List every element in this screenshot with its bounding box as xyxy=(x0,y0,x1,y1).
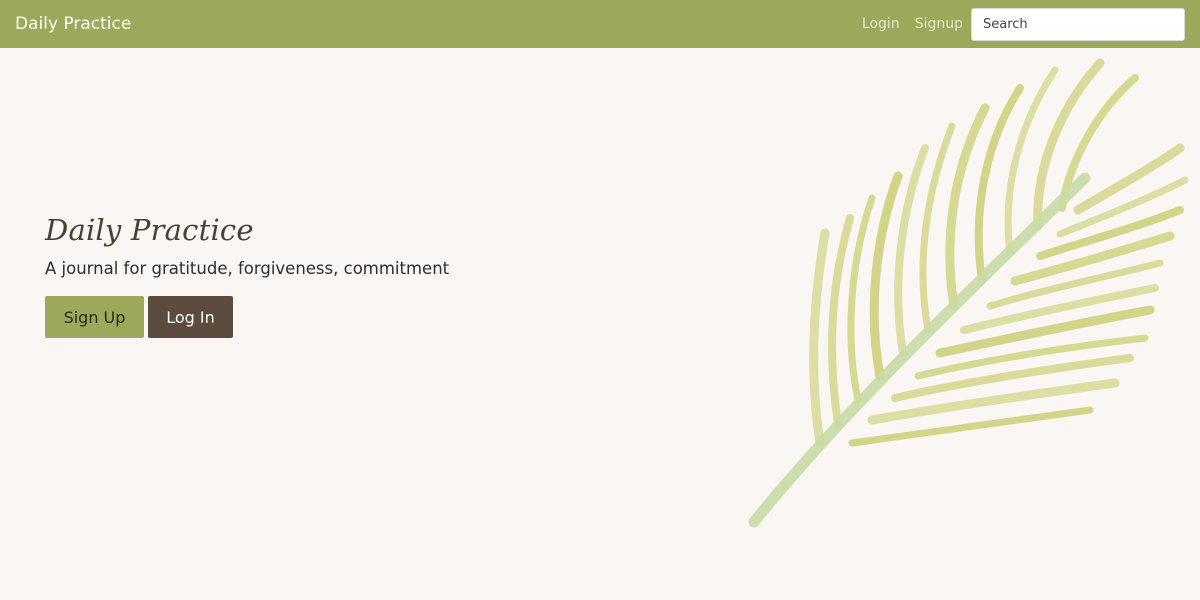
hero-buttons: Sign Up Log In xyxy=(45,296,449,338)
nav-login-link[interactable]: Login xyxy=(862,16,900,32)
navbar-right: Login Signup xyxy=(862,7,1185,41)
leaf-frond xyxy=(1073,143,1185,215)
brand-link[interactable]: Daily Practice xyxy=(15,14,131,34)
hero-title: Daily Practice xyxy=(45,213,254,247)
leaf-frond xyxy=(828,214,854,427)
nav-signup-link[interactable]: Signup xyxy=(915,16,963,32)
palm-leaf-illustration xyxy=(748,58,1189,528)
hero-subtitle: A journal for gratitude, forgiveness, co… xyxy=(45,259,450,278)
log-in-button[interactable]: Log In xyxy=(148,296,233,338)
navbar: Daily Practice Login Signup xyxy=(0,0,1200,48)
leaf-frond xyxy=(809,228,830,448)
leaf-frond xyxy=(891,354,1134,402)
search-input[interactable] xyxy=(971,7,1185,41)
sign-up-button[interactable]: Sign Up xyxy=(45,296,144,338)
hero: Daily Practice A journal for gratitude, … xyxy=(45,213,449,338)
leaf-frond xyxy=(869,171,903,381)
leaf-frond xyxy=(847,194,876,404)
